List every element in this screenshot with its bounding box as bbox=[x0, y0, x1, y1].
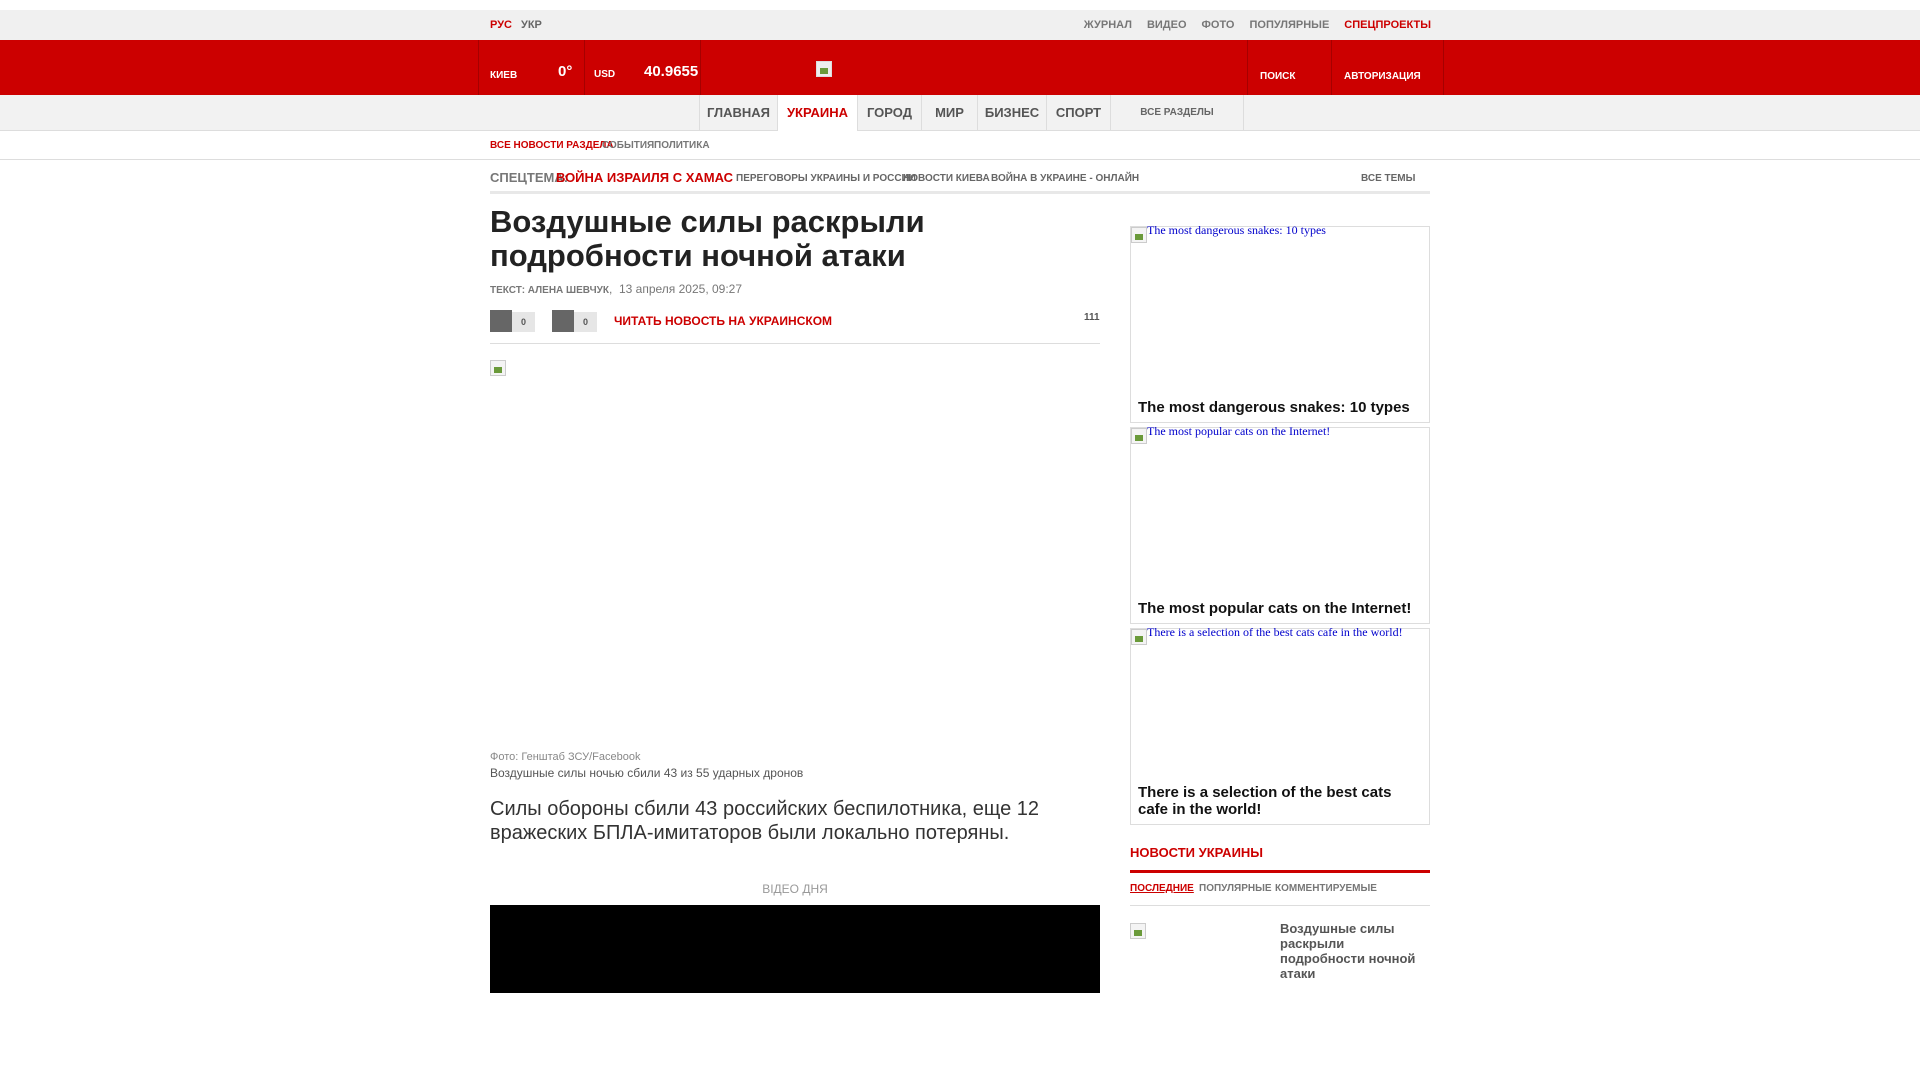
promo-image-alt: There is a selection of the best cats ca… bbox=[1147, 625, 1403, 639]
spec-topic-war-online[interactable]: ВОЙНА В УКРАИНЕ - ОНЛАЙН bbox=[991, 173, 1139, 184]
promo-image bbox=[1131, 428, 1147, 444]
site-logo[interactable] bbox=[816, 61, 832, 77]
top-link-video[interactable]: ВИДЕО bbox=[1147, 19, 1187, 31]
spec-topic-negotiations[interactable]: ПЕРЕГОВОРЫ УКРАИНЫ И РОССИИ bbox=[736, 173, 916, 184]
promo-title[interactable]: The most dangerous snakes: 10 types bbox=[1138, 399, 1418, 416]
subnav-politics[interactable]: ПОЛИТИКА bbox=[654, 140, 710, 151]
lang-ru-link[interactable]: РУС bbox=[490, 19, 512, 31]
header-divider bbox=[1331, 40, 1332, 95]
news-item-image[interactable] bbox=[1130, 923, 1146, 939]
nav-item-city[interactable]: ГОРОД bbox=[857, 95, 921, 131]
login-link[interactable]: АВТОРИЗАЦИЯ bbox=[1344, 71, 1421, 82]
video-player[interactable] bbox=[490, 905, 1100, 993]
read-in-ukrainian-link[interactable]: ЧИТАТЬ НОВОСТЬ НА УКРАИНСКОМ bbox=[614, 314, 832, 328]
weather-city[interactable]: КИЕВ bbox=[490, 70, 517, 81]
header-divider bbox=[584, 40, 585, 95]
top-link-popular[interactable]: ПОПУЛЯРНЫЕ bbox=[1249, 19, 1329, 31]
promo-image bbox=[1131, 629, 1147, 645]
header-divider bbox=[1247, 40, 1248, 95]
special-topics-bar: СПЕЦТЕМА: ВОЙНА ИЗРАИЛЯ С ХАМАС ПЕРЕГОВО… bbox=[490, 160, 1430, 194]
site-header: КИЕВ 0° USD 40.9655 ПОИСК АВТОРИЗАЦИЯ bbox=[0, 40, 1920, 95]
tab-popular[interactable]: ПОПУЛЯРНЫЕ bbox=[1199, 883, 1272, 894]
share-count: 0 bbox=[574, 312, 597, 332]
article-main-image bbox=[490, 360, 506, 376]
main-nav: ГЛАВНАЯ УКРАИНА ГОРОД МИР БИЗНЕС СПОРТ В… bbox=[0, 95, 1920, 131]
lang-ua-link[interactable]: УКР bbox=[521, 19, 542, 31]
subnav-events[interactable]: СОБЫТИЯ bbox=[602, 140, 654, 151]
promo-image-alt: The most dangerous snakes: 10 types bbox=[1147, 223, 1326, 237]
top-link-specprojects[interactable]: СПЕЦПРОЕКТЫ bbox=[1344, 19, 1431, 31]
news-widget-divider bbox=[1130, 905, 1430, 906]
twitter-icon bbox=[552, 310, 574, 332]
share-count: 0 bbox=[512, 312, 535, 332]
photo-credit: Фото: Генштаб ЗСУ/Facebook bbox=[490, 751, 641, 763]
subnav-all-news[interactable]: ВСЕ НОВОСТИ РАЗДЕЛА bbox=[490, 140, 614, 151]
tab-commented[interactable]: КОММЕНТИРУЕМЫЕ bbox=[1275, 883, 1377, 894]
news-widget-rule bbox=[1130, 870, 1430, 873]
header-divider bbox=[478, 40, 479, 95]
article-lead: Силы обороны сбили 43 российских беспило… bbox=[490, 798, 1040, 844]
nav-item-sport[interactable]: СПОРТ bbox=[1046, 95, 1110, 131]
top-utility-bar: РУС УКР ЖУРНАЛ ВИДЕО ФОТО ПОПУЛЯРНЫЕ СПЕ… bbox=[0, 10, 1920, 40]
article-divider bbox=[490, 343, 1100, 344]
top-links: ЖУРНАЛ ВИДЕО ФОТО ПОПУЛЯРНЫЕ СПЕЦПРОЕКТЫ bbox=[1084, 19, 1431, 31]
promo-title[interactable]: There is a selection of the best cats ca… bbox=[1138, 784, 1418, 818]
news-item-title[interactable]: Воздушные силы раскрыли подробности ночн… bbox=[1280, 921, 1430, 981]
nav-item-main[interactable]: ГЛАВНАЯ bbox=[699, 95, 777, 131]
article-date: 13 апреля 2025, 09:27 bbox=[619, 282, 743, 296]
promo-image bbox=[1131, 227, 1147, 243]
promo-card[interactable]: The most popular cats on the Internet! T… bbox=[1130, 424, 1430, 624]
byline-comma: , bbox=[608, 282, 613, 296]
promo-card[interactable]: There is a selection of the best cats ca… bbox=[1130, 625, 1430, 825]
header-divider bbox=[1443, 40, 1444, 95]
article-title: Воздушные силы раскрыли подробности ночн… bbox=[490, 204, 925, 273]
spec-all-topics[interactable]: ВСЕ ТЕМЫ bbox=[1361, 173, 1415, 184]
article-author[interactable]: ТЕКСТ: АЛЕНА ШЕВЧУК bbox=[490, 285, 609, 296]
promo-image-alt: The most popular cats on the Internet! bbox=[1147, 424, 1331, 438]
top-link-journal[interactable]: ЖУРНАЛ bbox=[1084, 19, 1132, 31]
currency-rate: 40.9655 bbox=[644, 63, 699, 80]
article-byline: ТЕКСТ: АЛЕНА ШЕВЧУК, 13 апреля 2025, 09:… bbox=[490, 282, 742, 296]
section-subnav: ВСЕ НОВОСТИ РАЗДЕЛА СОБЫТИЯ ПОЛИТИКА bbox=[0, 131, 1920, 160]
header-divider bbox=[700, 40, 701, 95]
nav-all-sections[interactable]: ВСЕ РАЗДЕЛЫ bbox=[1110, 95, 1244, 131]
photo-caption: Воздушные силы ночью сбили 43 из 55 удар… bbox=[490, 766, 804, 780]
facebook-icon bbox=[490, 310, 512, 332]
search-link[interactable]: ПОИСК bbox=[1260, 71, 1295, 82]
spec-topic-kyiv-news[interactable]: НОВОСТИ КИЕВА bbox=[903, 173, 990, 184]
top-link-photo[interactable]: ФОТО bbox=[1202, 19, 1235, 31]
nav-item-ukraine[interactable]: УКРАИНА bbox=[777, 95, 857, 131]
promo-card[interactable]: The most dangerous snakes: 10 types The … bbox=[1130, 223, 1430, 423]
nav-item-world[interactable]: МИР bbox=[921, 95, 977, 131]
spec-main-topic[interactable]: ВОЙНА ИЗРАИЛЯ С ХАМАС bbox=[556, 170, 733, 185]
currency-code[interactable]: USD bbox=[594, 69, 615, 80]
nav-item-business[interactable]: БИЗНЕС bbox=[977, 95, 1046, 131]
view-count: 111 bbox=[1084, 312, 1100, 323]
promo-title[interactable]: The most popular cats on the Internet! bbox=[1138, 600, 1418, 617]
tab-latest[interactable]: ПОСЛЕДНИЕ bbox=[1130, 883, 1194, 894]
weather-temperature: 0° bbox=[558, 63, 573, 80]
video-of-day-label: ВІДЕО ДНЯ bbox=[762, 882, 828, 896]
news-widget-heading[interactable]: НОВОСТИ УКРАИНЫ bbox=[1130, 845, 1263, 860]
